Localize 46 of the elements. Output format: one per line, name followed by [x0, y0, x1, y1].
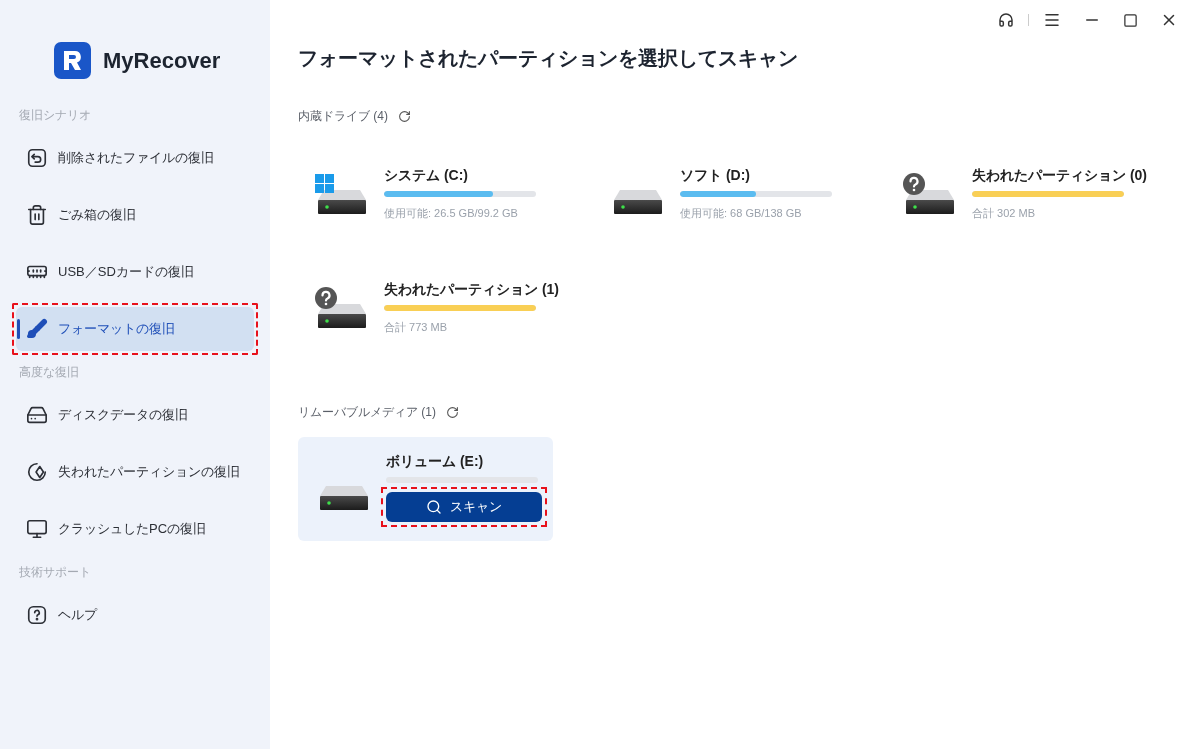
drive-icon: [320, 485, 368, 510]
drive-info: 合計 302 MB: [972, 205, 1036, 221]
hard-drive-icon: [26, 404, 48, 426]
pie-chart-icon: [26, 461, 48, 483]
help-icon: [26, 604, 48, 626]
group-heading: 高度な復旧: [19, 364, 80, 381]
unknown-drive-icon: [903, 172, 954, 214]
refresh-icon[interactable]: [446, 405, 459, 419]
sidebar-item[interactable]: ディスクデータの復旧: [16, 393, 254, 437]
logo-icon: [54, 42, 91, 79]
unknown-drive-icon: [315, 286, 366, 328]
sidebar-item[interactable]: 失われたパーティションの復旧: [16, 450, 254, 494]
page-title: フォーマットされたパーティションを選択してスキャン: [298, 46, 799, 71]
sidebar-item[interactable]: ごみ箱の復旧: [16, 193, 254, 237]
search-icon: [426, 499, 442, 515]
scan-button[interactable]: スキャン: [386, 492, 542, 522]
app-name: MyRecover: [103, 47, 221, 75]
drive-name: 失われたパーティション (0): [972, 165, 1147, 185]
drive-info: 合計 773 MB: [384, 319, 448, 335]
sidebar-item[interactable]: USB／SDカードの復旧: [16, 250, 254, 294]
section-heading: リムーバブルメディア (1): [298, 404, 436, 421]
undo-icon: [26, 147, 48, 169]
drive-name: システム (C:): [384, 165, 468, 185]
drive-icon: [614, 189, 662, 214]
brush-icon: [26, 318, 48, 340]
drive-info: 使用可能: 68 GB/138 GB: [680, 205, 803, 221]
section-heading: 内蔵ドライブ (4): [298, 108, 388, 125]
selection-indicator: [17, 319, 20, 339]
monitor-icon: [26, 518, 48, 540]
menu-icon[interactable]: [1043, 11, 1061, 29]
group-heading: 技術サポート: [19, 564, 92, 581]
group-heading: 復旧シナリオ: [19, 107, 92, 124]
sidebar-item[interactable]: クラッシュしたPCの復旧: [16, 507, 254, 551]
sidebar-item[interactable]: フォーマットの復旧: [16, 307, 254, 351]
windows-drive-icon: [315, 172, 366, 214]
drive-name: ボリューム (E:): [386, 452, 484, 471]
support-icon[interactable]: [998, 12, 1014, 28]
refresh-icon[interactable]: [398, 109, 411, 123]
trash-icon: [26, 204, 48, 226]
drive-info: 使用可能: 26.5 GB/99.2 GB: [384, 205, 519, 221]
drive-name: ソフト (D:): [680, 165, 750, 185]
drive-card[interactable]: ボリューム (E:) スキャン: [298, 437, 553, 541]
sidebar-item[interactable]: 削除されたファイルの復旧: [16, 136, 254, 180]
sidebar-item[interactable]: ヘルプ: [16, 593, 254, 637]
drive-name: 失われたパーティション (1): [384, 279, 559, 299]
maximize-icon[interactable]: [1123, 12, 1138, 28]
